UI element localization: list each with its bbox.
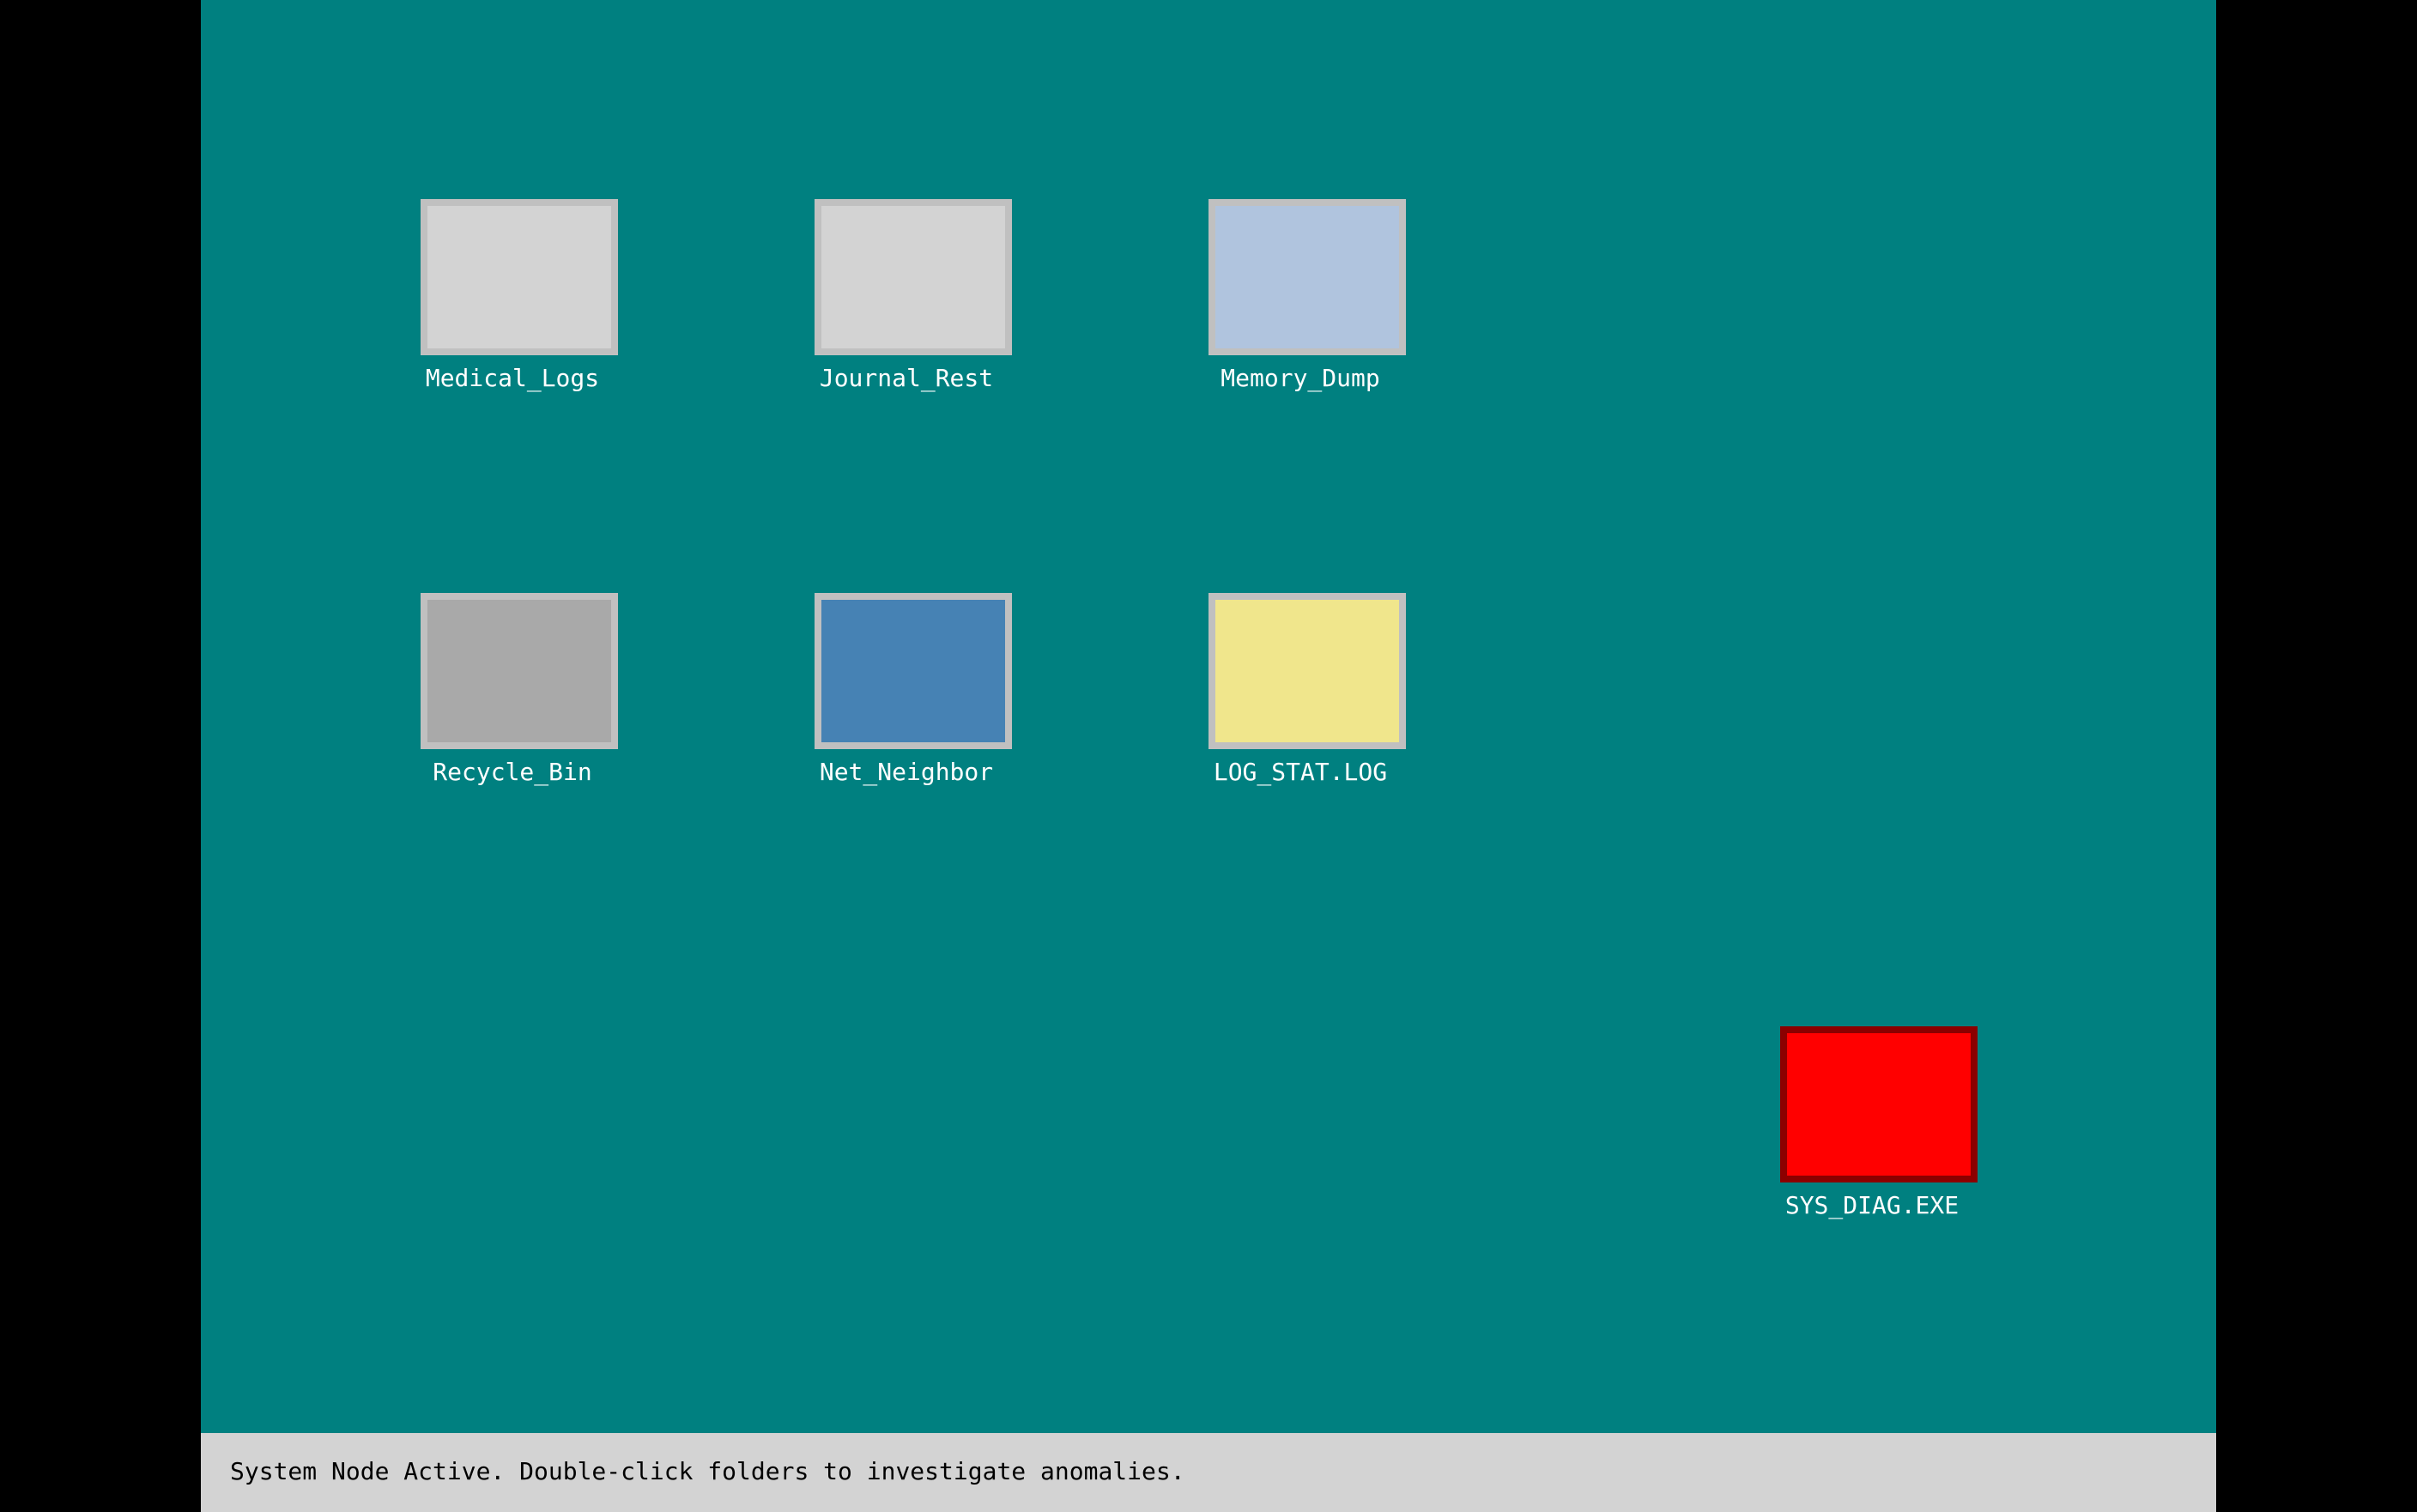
icon-label: Journal_Rest	[819, 364, 994, 392]
folder-icon	[815, 199, 1012, 355]
network-icon	[815, 593, 1012, 749]
icon-label: LOG_STAT.LOG	[1213, 758, 1388, 786]
icon-label: Medical_Logs	[425, 364, 600, 392]
status-bar: System Node Active. Double-click folders…	[201, 1433, 2216, 1512]
desktop-icon-log-stat[interactable]: LOG_STAT.LOG	[1184, 593, 1416, 799]
status-message: System Node Active. Double-click folders…	[230, 1457, 1185, 1485]
log-file-icon	[1208, 593, 1406, 749]
icon-label: SYS_DIAG.EXE	[1784, 1191, 1960, 1219]
icon-label: Net_Neighbor	[819, 758, 994, 786]
executable-icon	[1780, 1026, 1978, 1182]
desktop-icon-medical-logs[interactable]: Medical_Logs	[397, 199, 628, 405]
folder-icon	[1208, 199, 1406, 355]
desktop-icon-net-neighbor[interactable]: Net_Neighbor	[791, 593, 1022, 799]
desktop-icon-journal-rest[interactable]: Journal_Rest	[791, 199, 1022, 405]
folder-icon	[421, 199, 618, 355]
desktop-icon-recycle-bin[interactable]: Recycle_Bin	[397, 593, 628, 799]
desktop-icon-memory-dump[interactable]: Memory_Dump	[1184, 199, 1416, 405]
desktop[interactable]: Medical_Logs Journal_Rest Memory_Dump Re…	[201, 0, 2216, 1433]
recycle-bin-icon	[421, 593, 618, 749]
desktop-icon-sys-diag[interactable]: SYS_DIAG.EXE	[1756, 1026, 1988, 1232]
screen: Medical_Logs Journal_Rest Memory_Dump Re…	[0, 0, 2417, 1512]
icon-label: Recycle_Bin	[433, 758, 592, 786]
icon-label: Memory_Dump	[1221, 364, 1380, 392]
